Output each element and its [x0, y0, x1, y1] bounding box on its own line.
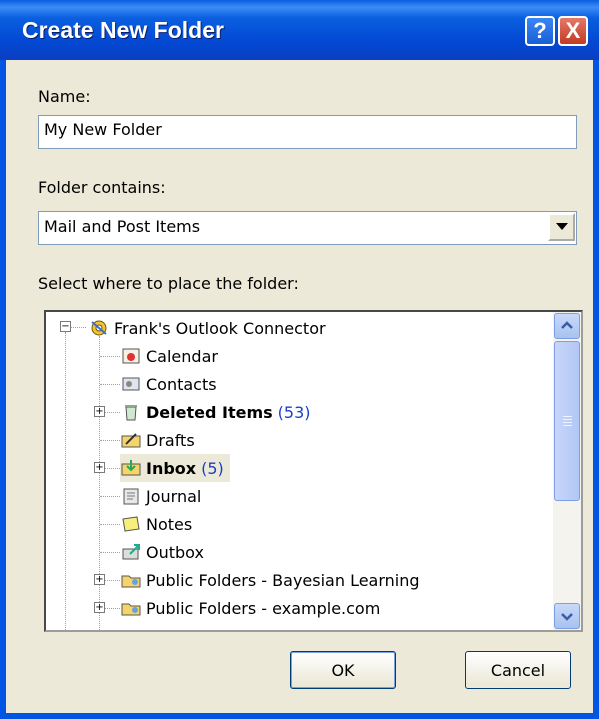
public-folder-icon — [121, 575, 141, 588]
tree-scrollbar[interactable] — [553, 312, 581, 630]
tree-item-public-folders-example[interactable]: Public Folders - example.com — [120, 594, 380, 622]
expand-toggle[interactable]: + — [94, 406, 105, 417]
chevron-up-icon — [561, 321, 573, 329]
tree-line — [100, 384, 120, 385]
chevron-down-icon — [556, 223, 568, 230]
title-bar[interactable]: Create New Folder ? X — [0, 0, 599, 60]
drafts-icon — [121, 433, 141, 448]
tree-line — [105, 412, 120, 413]
dropdown-arrow-button[interactable] — [548, 213, 575, 241]
tree-item-label: Notes — [146, 514, 193, 534]
help-icon: ? — [533, 18, 547, 43]
name-input[interactable]: My New Folder — [38, 115, 577, 149]
scroll-up-button[interactable] — [554, 313, 580, 339]
close-icon: X — [565, 18, 581, 43]
tree-line — [100, 356, 120, 357]
help-button[interactable]: ? — [525, 16, 555, 46]
tree-item-label: Journal — [146, 486, 202, 506]
folder-tree[interactable]: − Frank's Outlook Connector Calendar Con… — [44, 310, 583, 632]
chevron-down-icon — [561, 613, 573, 621]
contacts-icon — [122, 377, 140, 391]
inbox-icon — [121, 460, 141, 476]
tree-item-contacts[interactable]: Contacts — [120, 370, 217, 398]
collapse-toggle[interactable]: − — [60, 321, 71, 332]
close-button[interactable]: X — [558, 16, 588, 46]
notes-icon — [122, 516, 140, 532]
tree-item-label: Calendar — [146, 346, 218, 366]
tree-root[interactable]: Frank's Outlook Connector — [88, 314, 326, 342]
tree-line — [99, 336, 100, 630]
tree-line — [105, 468, 120, 469]
tree-item-deleted-items[interactable]: Deleted Items (53) — [120, 398, 310, 426]
tree-line — [100, 524, 120, 525]
tree-item-calendar[interactable]: Calendar — [120, 342, 218, 370]
tree-item-label: Outbox — [146, 542, 204, 562]
tree-line — [65, 332, 66, 630]
ok-button[interactable]: OK — [290, 651, 396, 689]
tree-line — [100, 552, 120, 553]
tree-item-public-folders-bayesian[interactable]: Public Folders - Bayesian Learning — [120, 566, 420, 594]
tree-item-drafts[interactable]: Drafts — [120, 426, 195, 454]
unread-count: (53) — [277, 402, 311, 422]
tree-item-notes[interactable]: Notes — [120, 510, 192, 538]
trash-icon — [125, 405, 137, 421]
scroll-thumb[interactable] — [554, 341, 580, 501]
calendar-icon — [122, 348, 140, 364]
tree-item-label: Contacts — [146, 374, 217, 394]
place-folder-label: Select where to place the folder: — [38, 274, 299, 293]
outlook-connector-icon — [91, 320, 107, 336]
tree-line — [105, 608, 120, 609]
tree-item-label: Public Folders - Bayesian Learning — [146, 570, 420, 590]
outbox-icon — [122, 544, 140, 560]
expand-toggle[interactable]: + — [94, 574, 105, 585]
tree-item-label: Deleted Items — [146, 402, 273, 422]
tree-line — [71, 327, 86, 328]
expand-toggle[interactable]: + — [94, 462, 105, 473]
folder-contains-select[interactable]: Mail and Post Items — [38, 211, 577, 245]
expand-toggle[interactable]: + — [94, 602, 105, 613]
tree-item-label: Inbox — [146, 458, 197, 478]
public-folder-icon — [121, 603, 141, 616]
dialog-title: Create New Folder — [22, 17, 224, 43]
tree-item-label: Public Folders - example.com — [146, 598, 381, 618]
tree-item-journal[interactable]: Journal — [120, 482, 201, 510]
tree-line — [100, 440, 120, 441]
tree-item-inbox[interactable]: Inbox (5) — [120, 454, 230, 482]
journal-icon — [123, 488, 139, 505]
folder-contains-value: Mail and Post Items — [44, 217, 201, 236]
unread-count: (5) — [201, 458, 224, 478]
scroll-down-button[interactable] — [554, 603, 580, 629]
name-label: Name: — [38, 87, 91, 106]
folder-contains-label: Folder contains: — [38, 178, 166, 197]
tree-item-outbox[interactable]: Outbox — [120, 538, 204, 566]
create-folder-dialog: Create New Folder ? X Name: My New Folde… — [0, 0, 599, 719]
tree-line — [105, 580, 120, 581]
tree-line — [100, 496, 120, 497]
tree-root-label: Frank's Outlook Connector — [114, 318, 326, 338]
cancel-button[interactable]: Cancel — [465, 651, 571, 689]
tree-item-label: Drafts — [146, 430, 195, 450]
